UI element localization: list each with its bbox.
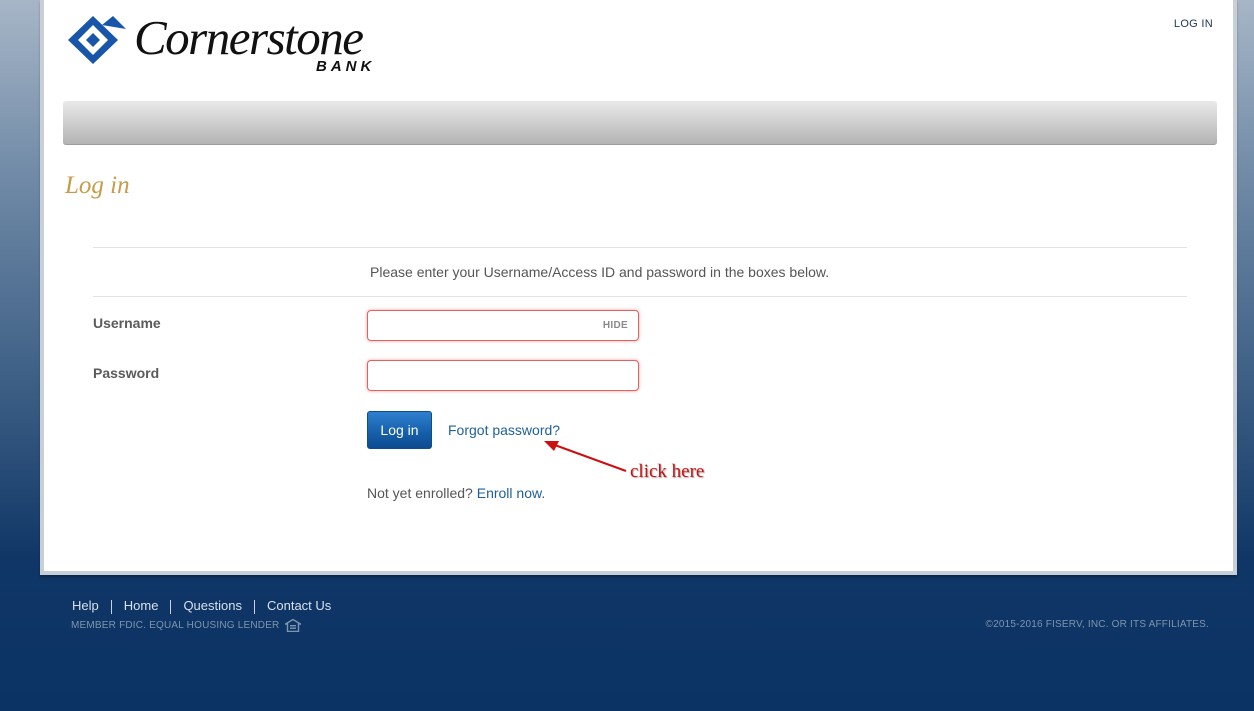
login-button[interactable]: Log in — [367, 411, 432, 449]
enroll-suffix-text: . — [541, 485, 546, 501]
password-input[interactable] — [368, 361, 604, 388]
login-instructions: Please enter your Username/Access ID and… — [370, 264, 830, 280]
hide-username-toggle[interactable]: HIDE — [603, 320, 628, 331]
footer-member-text: MEMBER FDIC. EQUAL HOUSING LENDER — [71, 619, 302, 632]
logo-bank-text: BANK — [316, 58, 376, 75]
username-input[interactable] — [368, 311, 604, 338]
enroll-prefix-text: Not yet enrolled? — [367, 485, 473, 501]
forgot-password-link[interactable]: Forgot password? — [448, 422, 560, 438]
footer-contact-link[interactable]: Contact Us — [255, 598, 343, 614]
footer-home-link[interactable]: Home — [112, 598, 171, 614]
header-login-link[interactable]: LOG IN — [1174, 18, 1213, 30]
copyright-text: ©2015-2016 FISERV, INC. OR ITS AFFILIATE… — [985, 619, 1209, 630]
username-label: Username — [93, 315, 161, 331]
logo-diamond-icon — [68, 16, 126, 64]
annotation-click-here: click here — [630, 461, 705, 482]
password-label: Password — [93, 365, 160, 381]
password-field-wrapper — [367, 360, 639, 391]
divider-bottom — [93, 296, 1187, 297]
page-title: Log in — [65, 172, 130, 199]
enroll-prompt: Not yet enrolled? Enroll now. — [367, 485, 545, 501]
member-fdic-text: MEMBER FDIC. EQUAL HOUSING LENDER — [71, 620, 280, 632]
footer-links: Help Home Questions Contact Us — [72, 598, 343, 614]
navigation-bar — [63, 101, 1217, 145]
login-card: Cornerstone BANK LOG IN Log in Please en… — [40, 0, 1237, 575]
equal-housing-lender-icon — [285, 619, 302, 632]
footer-questions-link[interactable]: Questions — [171, 598, 254, 614]
divider-top — [93, 247, 1187, 248]
footer-help-link[interactable]: Help — [72, 598, 111, 614]
username-field-wrapper: HIDE — [367, 310, 639, 341]
cornerstone-bank-logo[interactable]: Cornerstone BANK — [68, 10, 408, 76]
enroll-now-link[interactable]: Enroll now — [477, 485, 542, 501]
